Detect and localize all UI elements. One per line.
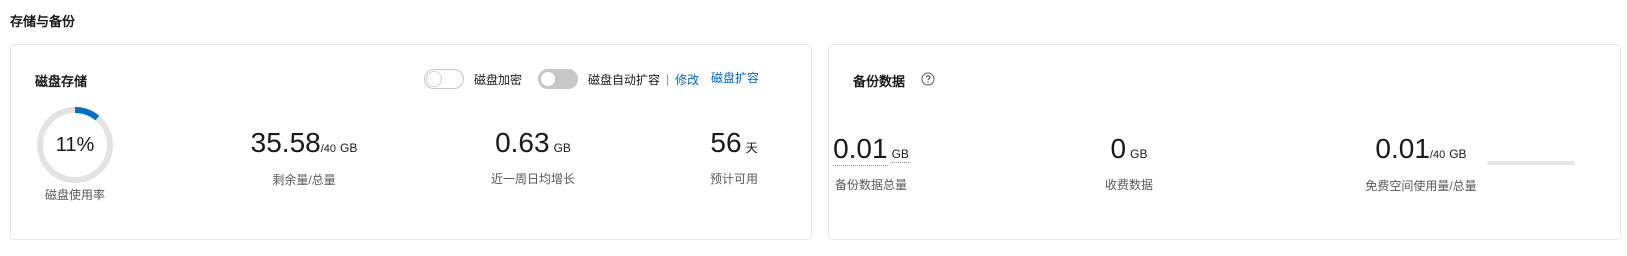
disk-usage-label: 磁盘使用率 xyxy=(44,188,105,202)
paid-data-metric: 0 GB 收费数据 xyxy=(1089,133,1169,193)
backup-card: 备份数据 0.01 GB 备份数据总量 0 GB 收费数据 0.01/40 GB 免费… xyxy=(828,44,1621,240)
weekly-growth-metric: 0.63 GB 近一周日均增长 xyxy=(491,127,575,187)
remaining-label: 剩余量/总量 xyxy=(272,173,336,187)
disk-expand-link[interactable]: 磁盘扩容 xyxy=(711,69,759,86)
free-space-total: /40 xyxy=(1429,149,1446,161)
estimate-metric: 56 天 预计可用 xyxy=(709,127,759,187)
remaining-unit: GB xyxy=(340,141,358,155)
disk-usage-percent: 11% xyxy=(55,134,95,156)
free-space-label: 免费空间使用量/总量 xyxy=(1365,179,1477,193)
weekly-growth-unit: GB xyxy=(553,141,571,155)
weekly-growth-value: 0.63 xyxy=(495,127,550,158)
disk-encryption-label: 磁盘加密 xyxy=(474,72,523,87)
free-space-progress-bar xyxy=(1487,161,1575,165)
section-title: 存储与备份 xyxy=(10,14,76,29)
free-space-unit: GB xyxy=(1449,147,1467,161)
remaining-total: /40 xyxy=(320,143,337,155)
separator: | xyxy=(666,72,670,86)
disk-expand-wrap: 磁盘扩容 xyxy=(711,69,759,86)
backup-total-label: 备份数据总量 xyxy=(834,178,907,192)
backup-title: 备份数据 xyxy=(853,74,906,89)
estimate-value: 56 xyxy=(710,127,742,158)
disk-storage-card: 磁盘存储 磁盘加密 磁盘自动扩容 | 修改 磁盘扩容 11% 磁盘使用率 35.… xyxy=(10,44,812,240)
remaining-metric: 35.58/40 GB 剩余量/总量 xyxy=(249,127,359,188)
estimate-unit: 天 xyxy=(745,141,758,155)
paid-data-label: 收费数据 xyxy=(1104,178,1153,192)
disk-encryption-control: 磁盘加密 xyxy=(424,69,522,89)
estimate-label: 预计可用 xyxy=(709,172,758,186)
disk-usage-ring: 11% xyxy=(35,105,115,185)
paid-data-unit: GB xyxy=(1130,147,1148,161)
weekly-growth-label: 近一周日均增长 xyxy=(491,172,576,186)
edit-autoexpand-link[interactable]: 修改 xyxy=(675,71,699,88)
question-circle-icon[interactable] xyxy=(921,72,935,86)
free-space-value: 0.01 xyxy=(1375,133,1430,164)
paid-data-value: 0 xyxy=(1110,133,1127,164)
remaining-value: 35.58 xyxy=(250,127,321,158)
disk-encryption-toggle[interactable] xyxy=(424,69,464,89)
disk-autoexpand-label: 磁盘自动扩容 xyxy=(588,72,661,87)
backup-total-unit: GB xyxy=(891,147,909,163)
free-space-metric: 0.01/40 GB 免费空间使用量/总量 xyxy=(1359,133,1483,194)
disk-autoexpand-toggle[interactable] xyxy=(538,69,578,89)
disk-storage-title: 磁盘存储 xyxy=(35,74,88,89)
disk-autoexpand-control: 磁盘自动扩容 | 修改 xyxy=(538,69,699,89)
backup-total-metric: 0.01 GB 备份数据总量 xyxy=(821,133,921,193)
backup-total-value: 0.01 xyxy=(833,133,888,166)
